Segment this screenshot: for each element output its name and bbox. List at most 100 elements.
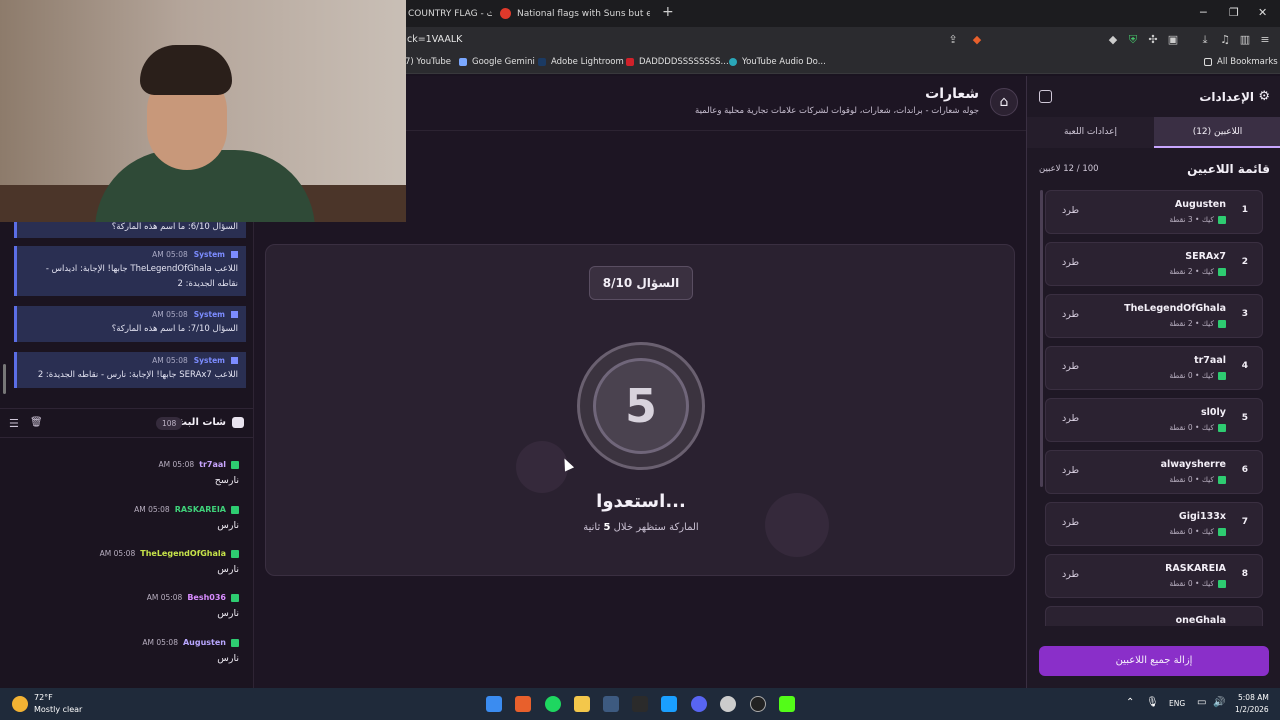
- kick-button[interactable]: طرد: [1062, 465, 1079, 476]
- players-scrollbar[interactable]: [1040, 190, 1043, 487]
- system-message: System AM 05:08 السؤال 7/10: ما اسم هذه …: [14, 306, 246, 342]
- home-button[interactable]: ⌂: [990, 88, 1018, 116]
- chat-username[interactable]: Augusten: [183, 638, 226, 647]
- url-field[interactable]: ck=1VAALK: [407, 34, 462, 45]
- chat-username[interactable]: Besh036: [187, 593, 226, 602]
- close-icon[interactable]: ✕: [1258, 6, 1267, 19]
- discord-icon[interactable]: [691, 696, 707, 712]
- chat-message: Besh036 AM 05:08 نارس: [19, 593, 239, 619]
- chat-message: TheLegendOfGhala AM 05:08 نارس: [19, 549, 239, 575]
- chat-icon: [232, 417, 244, 428]
- player-meta-text: كيك • 0 نقطة: [1169, 371, 1214, 380]
- player-row: 7 Gigi133x كيك • 0 نقطة طرد: [1045, 502, 1263, 546]
- player-row: 5 sl0ly كيك • 0 نقطة طرد: [1045, 398, 1263, 442]
- new-tab-button[interactable]: +: [662, 4, 674, 20]
- extension-icon[interactable]: ◆: [1106, 33, 1120, 47]
- brave-icon[interactable]: [515, 696, 531, 712]
- player-meta: كيك • 0 نقطة: [1169, 475, 1226, 484]
- clock-time[interactable]: 5:08 AM: [1238, 693, 1269, 702]
- bookmark-label: Adobe Lightroom: [551, 57, 624, 67]
- kick-app-icon[interactable]: [779, 696, 795, 712]
- player-rank: 5: [1241, 413, 1248, 423]
- chat-username[interactable]: RASKAREIA: [175, 505, 226, 514]
- settings-app-icon[interactable]: [720, 696, 736, 712]
- kick-button[interactable]: طرد: [1062, 569, 1079, 580]
- weather-temperature[interactable]: 72°F: [34, 693, 53, 702]
- player-row: 8 RASKAREIA كيك • 0 نقطة طرد: [1045, 554, 1263, 598]
- kick-button[interactable]: طرد: [1062, 361, 1079, 372]
- language-indicator[interactable]: ENG: [1169, 699, 1185, 708]
- align-icon[interactable]: ☰: [9, 417, 19, 430]
- player-rank: 6: [1241, 465, 1248, 475]
- windows-taskbar: 72°F Mostly clear ⌃ 🎙 ENG ▭ 🔊 5:08 AM 1/…: [0, 688, 1280, 720]
- page-subtitle: جوله شعارات - براندات، شعارات، لوقوات لش…: [695, 106, 979, 116]
- kick-icon: [1218, 579, 1226, 588]
- tab-players[interactable]: اللاعبين (12): [1154, 117, 1280, 148]
- windows-start-icon[interactable]: [486, 696, 502, 712]
- brave-shield-icon[interactable]: ◆: [970, 33, 984, 47]
- chat-count-badge: 108: [156, 417, 183, 430]
- player-meta: كيك • 0 نقطة: [1169, 371, 1226, 380]
- weather-description[interactable]: Mostly clear: [34, 705, 82, 714]
- epic-games-icon[interactable]: [632, 696, 648, 712]
- player-row: 4 tr7aal كيك • 0 نقطة طرد: [1045, 346, 1263, 390]
- bookmark-youtube[interactable]: 7) YouTube: [405, 57, 451, 67]
- player-name: Augusten: [1174, 199, 1226, 210]
- browser-tab-active[interactable]: National flags with Suns but every su: [500, 4, 650, 23]
- players-count: 100 / 12 لاعبين: [1039, 164, 1099, 174]
- network-icon[interactable]: ▭: [1197, 697, 1206, 708]
- bookmark-dadd[interactable]: DADDDDSSSSSSSS...: [626, 57, 729, 67]
- system-message-text: اللاعب SERAx7 جابها! الإجابة: نارس - نقا…: [37, 370, 238, 380]
- kick-button[interactable]: طرد: [1062, 205, 1079, 216]
- tray-chevron-icon[interactable]: ⌃: [1126, 697, 1134, 708]
- kick-button[interactable]: طرد: [1062, 517, 1079, 528]
- collapse-panel-icon[interactable]: [1039, 90, 1052, 103]
- ready-heading: استعدوا...: [596, 491, 686, 512]
- tab-game-settings[interactable]: إعدادات اللعبة: [1027, 117, 1154, 148]
- kick-icon: [231, 549, 239, 558]
- restore-icon[interactable]: ❐: [1229, 6, 1239, 19]
- weather-icon[interactable]: [12, 696, 28, 712]
- minimize-icon[interactable]: ─: [1200, 6, 1207, 19]
- chat-text: نارس: [217, 520, 239, 531]
- player-name: RASKAREIA: [1165, 563, 1226, 574]
- sidebar-icon[interactable]: ▥: [1238, 33, 1252, 47]
- kick-button[interactable]: طرد: [1062, 309, 1079, 320]
- system-name: System: [193, 356, 225, 365]
- question-card: السؤال 8/10 5 استعدوا... الماركة ستظهر خ…: [265, 244, 1015, 576]
- steam-icon[interactable]: [661, 696, 677, 712]
- kick-button[interactable]: طرد: [1062, 257, 1079, 268]
- download-icon[interactable]: ⤓: [1198, 33, 1212, 47]
- bookmark-youtube-audio[interactable]: YouTube Audio Do...: [729, 57, 826, 67]
- all-bookmarks[interactable]: All Bookmarks: [1204, 57, 1278, 67]
- spotify-icon[interactable]: [545, 696, 561, 712]
- gemini-icon: [459, 58, 467, 66]
- vpn-shield-icon[interactable]: ⛨: [1126, 33, 1140, 47]
- system-message-header: System AM 05:08: [25, 356, 238, 365]
- volume-icon[interactable]: 🔊: [1213, 697, 1225, 708]
- system-message-header: System AM 05:08: [25, 250, 238, 259]
- bookmark-lightroom[interactable]: Adobe Lightroom: [538, 57, 624, 67]
- remove-all-players-button[interactable]: إزالة جميع اللاعبين: [1039, 646, 1269, 676]
- puzzle-icon[interactable]: ✣: [1146, 33, 1160, 47]
- kick-button[interactable]: طرد: [1062, 413, 1079, 424]
- microphone-icon[interactable]: 🎙: [1146, 697, 1159, 708]
- chat-username[interactable]: tr7aal: [199, 460, 226, 469]
- file-explorer-icon[interactable]: [574, 696, 590, 712]
- webcam-overlay: [0, 0, 406, 222]
- music-icon[interactable]: ♫: [1218, 33, 1232, 47]
- system-scrollbar[interactable]: [3, 364, 6, 394]
- browser-tab[interactable]: COUNTRY FLAG - جث: [408, 4, 492, 23]
- trash-icon[interactable]: 🗑: [30, 417, 43, 428]
- app-icon[interactable]: [603, 696, 619, 712]
- menu-icon[interactable]: ≡: [1258, 33, 1272, 47]
- screenshot-icon[interactable]: ▣: [1166, 33, 1180, 47]
- player-meta-text: كيك • 0 نقطة: [1169, 475, 1214, 484]
- kick-icon: [231, 638, 239, 647]
- share-icon[interactable]: ⇪: [946, 33, 960, 47]
- countdown-suffix: ثانية: [583, 522, 601, 533]
- chat-username[interactable]: TheLegendOfGhala: [140, 549, 226, 558]
- clock-date[interactable]: 1/2/2026: [1235, 705, 1269, 714]
- obs-icon[interactable]: [750, 696, 766, 712]
- bookmark-gemini[interactable]: Google Gemini: [459, 57, 535, 67]
